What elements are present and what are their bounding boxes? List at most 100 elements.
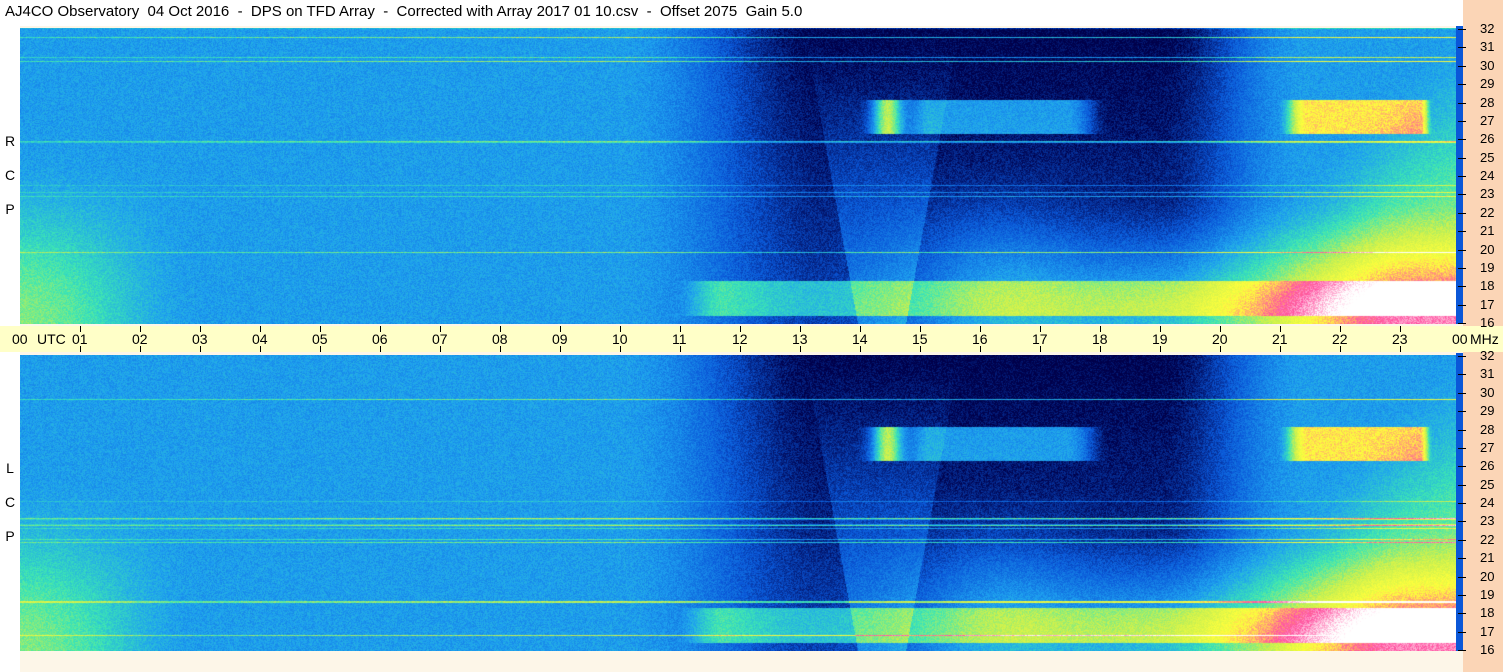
frequency-tick [1458, 558, 1466, 559]
time-tick [680, 326, 681, 332]
frequency-tick [1458, 613, 1466, 614]
time-tick [920, 326, 921, 332]
time-tick [140, 326, 141, 332]
time-label-hour: 06 [372, 331, 388, 347]
frequency-tick [1458, 66, 1466, 67]
time-tick [200, 326, 201, 332]
time-tick [1400, 346, 1401, 352]
time-tick [1160, 326, 1161, 332]
time-tick [980, 346, 981, 352]
frequency-tick [1458, 47, 1466, 48]
time-label-hour: 11 [672, 331, 687, 347]
time-tick [500, 346, 501, 352]
time-label-hour: 07 [432, 331, 448, 347]
frequency-label: 24 [1480, 495, 1495, 510]
time-tick [380, 326, 381, 332]
time-label-end: 00 [1452, 331, 1468, 347]
frequency-label: 28 [1480, 422, 1495, 437]
time-tick [440, 346, 441, 352]
frequency-label: 25 [1480, 477, 1495, 492]
frequency-tick [1458, 103, 1466, 104]
frequency-tick [1458, 231, 1466, 232]
lcp-label-letter: P [5, 528, 15, 544]
frequency-tick [1458, 485, 1466, 486]
frequency-label: 23 [1480, 513, 1495, 528]
frequency-label: 18 [1480, 278, 1495, 293]
time-tick [860, 326, 861, 332]
frequency-tick [1458, 250, 1466, 251]
time-label-hour: 03 [192, 331, 208, 347]
frequency-label: 16 [1480, 315, 1495, 330]
time-tick [800, 346, 801, 352]
time-label-hour: 15 [912, 331, 928, 347]
frequency-tick [1458, 503, 1466, 504]
frequency-label: 19 [1480, 260, 1495, 275]
frequency-label: 26 [1480, 131, 1495, 146]
frequency-tick [1458, 393, 1466, 394]
time-tick [800, 326, 801, 332]
frequency-tick [1458, 430, 1466, 431]
frequency-tick [1458, 268, 1466, 269]
rcp-label-letter: P [5, 201, 15, 217]
frequency-tick [1458, 411, 1466, 412]
time-tick [620, 346, 621, 352]
time-label-hour: 17 [1032, 331, 1048, 347]
frequency-label: 31 [1480, 366, 1495, 381]
frequency-tick [1458, 29, 1466, 30]
frequency-label: 22 [1480, 532, 1495, 547]
lcp-right-edge [1456, 353, 1463, 651]
time-tick [140, 346, 141, 352]
frequency-tick [1458, 213, 1466, 214]
time-label-hour: 13 [792, 331, 808, 347]
time-label-hour: 18 [1092, 331, 1108, 347]
time-tick [1400, 326, 1401, 332]
frequency-label: 17 [1480, 624, 1495, 639]
time-tick [740, 346, 741, 352]
time-tick [1100, 326, 1101, 332]
frequency-tick [1458, 466, 1466, 467]
rcp-label-letter: R [4, 133, 16, 149]
frequency-tick [1458, 286, 1466, 287]
time-tick [1040, 326, 1041, 332]
time-label-hour: 05 [312, 331, 328, 347]
time-tick [1280, 346, 1281, 352]
lcp-spectrogram [20, 355, 1456, 651]
frequency-label: 21 [1480, 550, 1495, 565]
time-tick [560, 346, 561, 352]
rcp-right-edge [1456, 26, 1463, 324]
time-tick [620, 326, 621, 332]
frequency-tick [1458, 650, 1466, 651]
time-label-hour: 08 [492, 331, 508, 347]
frequency-label: 31 [1480, 39, 1495, 54]
time-tick [1100, 346, 1101, 352]
time-label-hour: 10 [612, 331, 628, 347]
time-label-hour: 16 [972, 331, 988, 347]
frequency-tick [1458, 356, 1466, 357]
utc-label: UTC [37, 331, 66, 347]
time-tick [80, 326, 81, 332]
time-tick [980, 326, 981, 332]
time-tick [1220, 346, 1221, 352]
frequency-tick [1458, 595, 1466, 596]
frequency-label: 26 [1480, 458, 1495, 473]
time-tick [860, 346, 861, 352]
time-tick [920, 346, 921, 352]
mhz-unit-label: MHz [1470, 331, 1499, 347]
time-tick [260, 346, 261, 352]
frequency-label: 23 [1480, 186, 1495, 201]
time-tick [320, 346, 321, 352]
frequency-tick [1458, 194, 1466, 195]
frequency-label: 18 [1480, 605, 1495, 620]
frequency-label: 16 [1480, 642, 1495, 657]
frequency-tick [1458, 84, 1466, 85]
frequency-label: 30 [1480, 385, 1495, 400]
frequency-label: 29 [1480, 76, 1495, 91]
frequency-label: 17 [1480, 297, 1495, 312]
frequency-tick [1458, 176, 1466, 177]
frequency-tick [1458, 139, 1466, 140]
frequency-label: 25 [1480, 150, 1495, 165]
time-label-hour: 23 [1392, 331, 1408, 347]
lcp-label-letter: L [6, 460, 14, 476]
frequency-tick [1458, 374, 1466, 375]
frequency-label: 20 [1480, 242, 1495, 257]
